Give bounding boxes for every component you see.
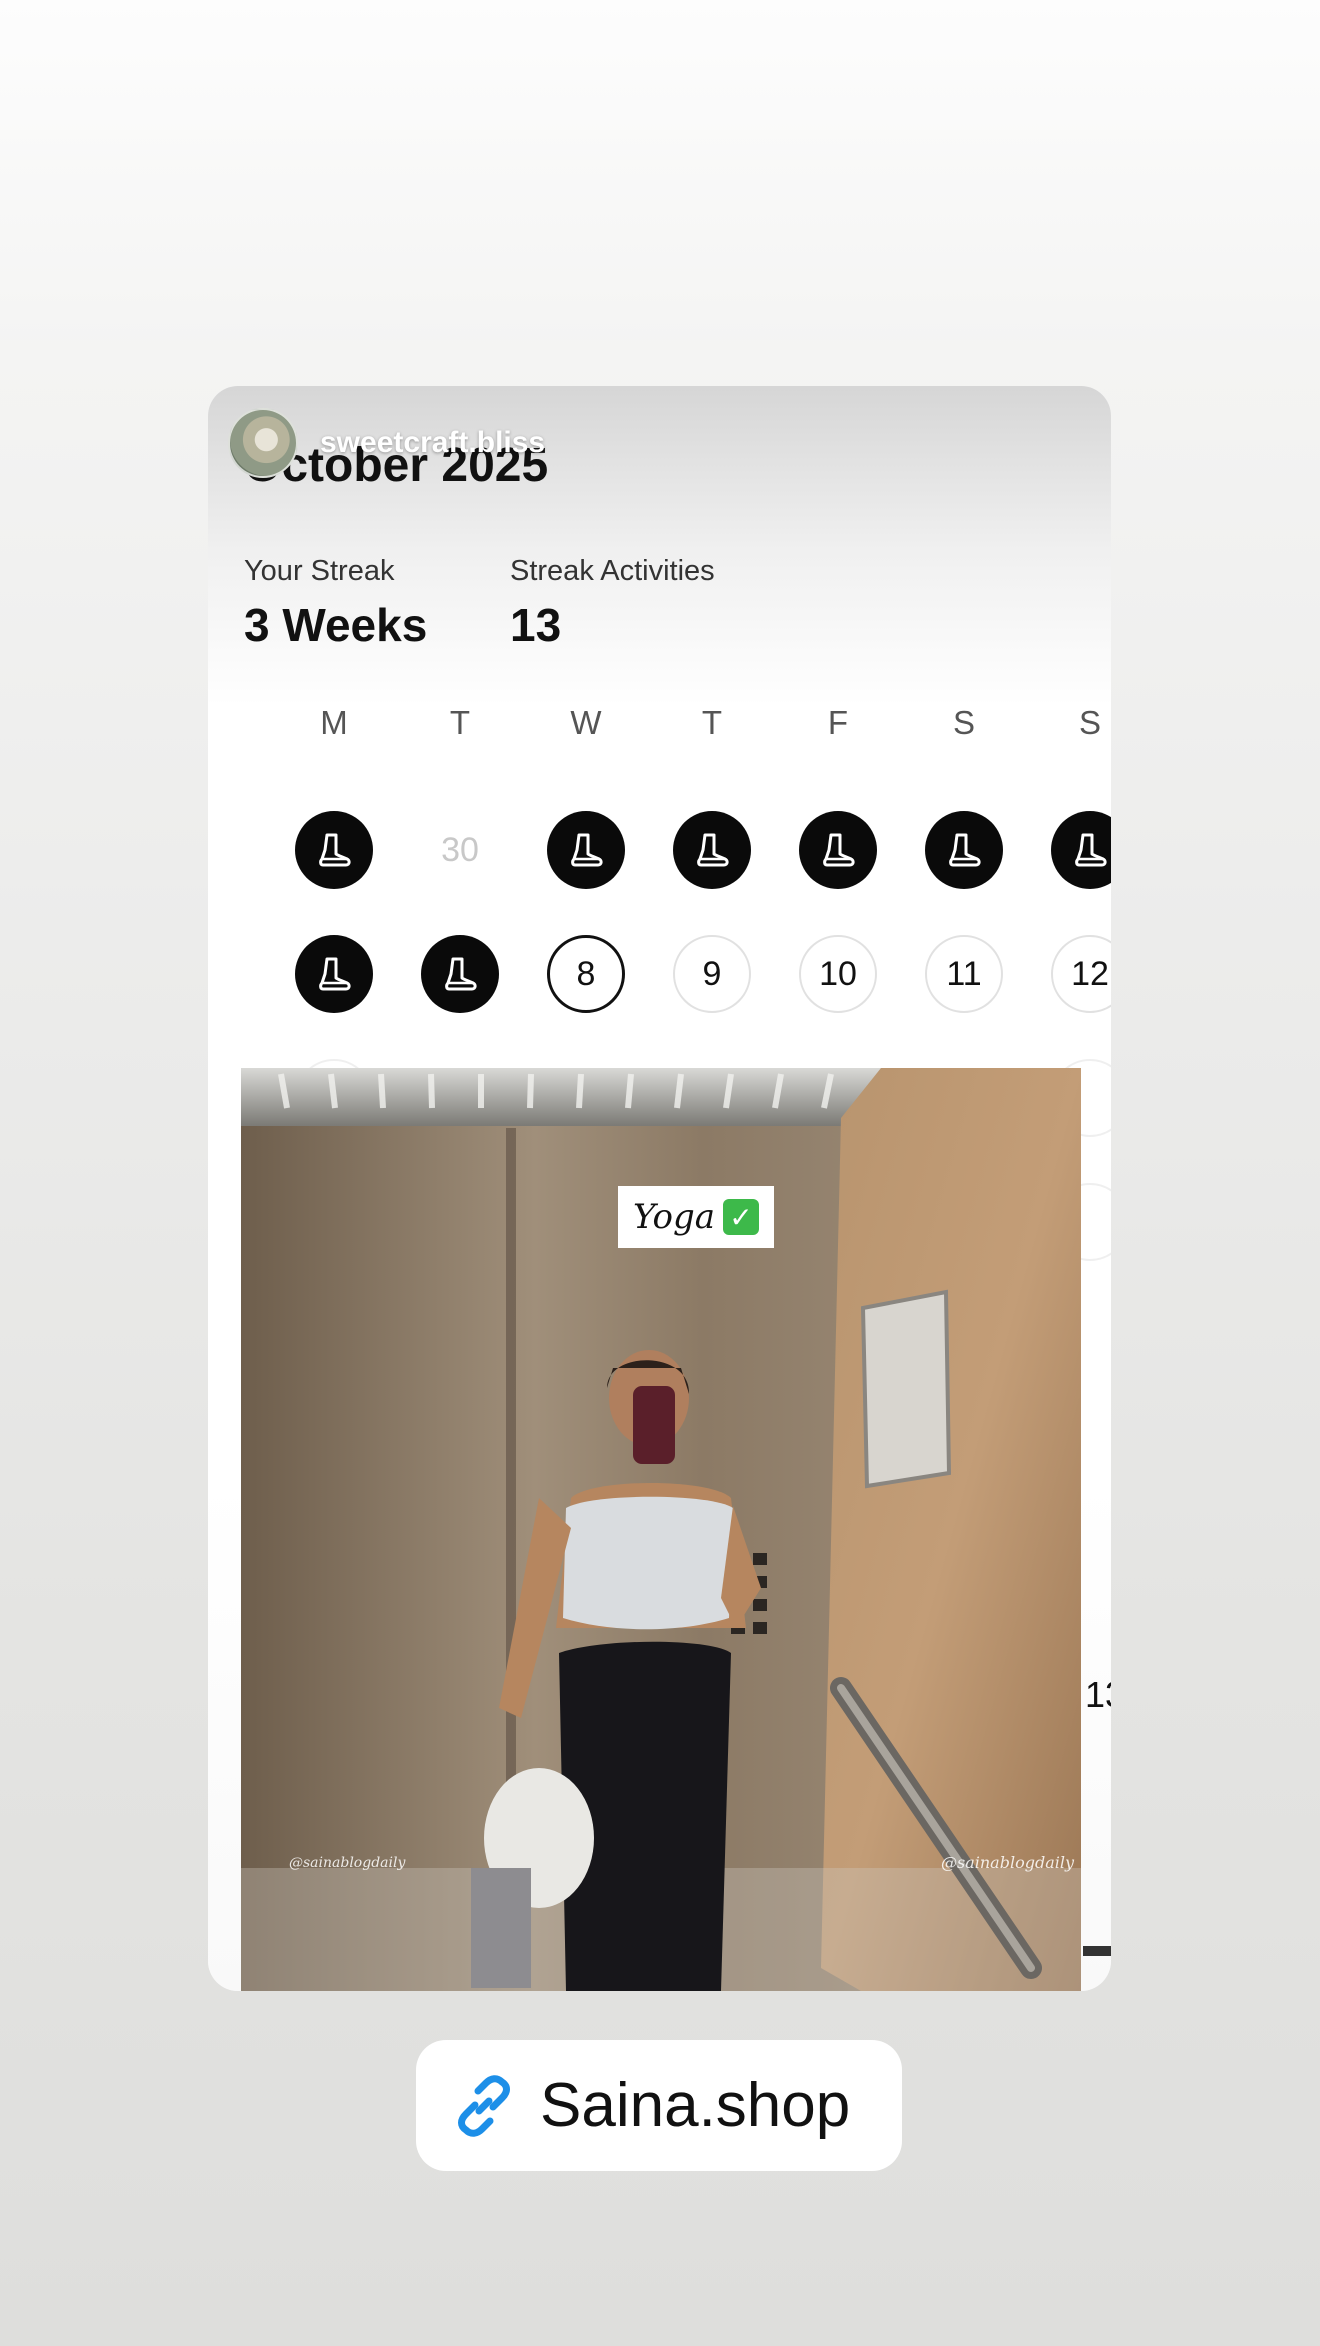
check-mark-icon: ✓ — [723, 1199, 759, 1235]
weekday-monday: M — [320, 704, 348, 741]
day-upcoming: 11 — [925, 935, 1003, 1013]
activities-label: Streak Activities — [510, 555, 715, 587]
weekday-sunday: S — [1078, 704, 1101, 741]
link-url-text[interactable]: Saina.shop — [540, 2070, 850, 2141]
running-shoe-icon — [319, 957, 351, 991]
running-shoe-icon — [571, 833, 603, 867]
activities-value: 13 — [510, 599, 562, 651]
yoga-sticker: Yoga ✓ — [618, 1186, 774, 1248]
running-shoe-icon — [1075, 833, 1107, 867]
weekday-wednesday: W — [570, 704, 602, 741]
running-shoe-icon — [445, 957, 477, 991]
running-shoe-icon — [823, 833, 855, 867]
running-shoe-icon — [697, 833, 729, 867]
running-shoe-icon — [949, 833, 981, 867]
day-completed — [547, 811, 625, 889]
day-completed — [673, 811, 751, 889]
streak-label: Your Streak — [244, 555, 395, 587]
weekday-tuesday: T — [449, 704, 471, 741]
day-upcoming: 9 — [673, 935, 751, 1013]
author-avatar[interactable] — [228, 408, 298, 478]
day-previous-month: 30 — [441, 830, 479, 869]
day-upcoming: 10 — [799, 935, 877, 1013]
day-completed — [799, 811, 877, 889]
weekday-thursday: T — [701, 704, 723, 741]
day-upcoming: 12 — [1051, 935, 1111, 1013]
workout-photo[interactable]: Yoga ✓ @sainablogdaily @sainablogdaily — [241, 1068, 1081, 1991]
day-completed — [295, 935, 373, 1013]
day-completed — [421, 935, 499, 1013]
calendar-edge-number: 13 — [1085, 1674, 1111, 1715]
edge-mark — [1083, 1946, 1111, 1956]
photo-watermark-right: @sainablogdaily — [941, 1853, 1074, 1872]
day-completed — [925, 811, 1003, 889]
weekday-friday: F — [827, 704, 849, 741]
day-today: 8 — [547, 935, 625, 1013]
day-completed — [295, 811, 373, 889]
day-completed — [1051, 811, 1111, 889]
yoga-label-text: Yoga — [633, 1197, 715, 1237]
author-username[interactable]: sweetcraft.bliss — [320, 426, 545, 460]
photo-watermark-left: @sainablogdaily — [289, 1855, 406, 1871]
link-icon — [458, 2074, 510, 2137]
weekday-saturday: S — [952, 704, 975, 741]
streak-value: 3 Weeks — [244, 599, 428, 651]
link-sticker[interactable]: Saina.shop — [416, 2040, 902, 2171]
shared-post-card[interactable]: sweetcraft.bliss October 2025 Your Strea… — [208, 386, 1111, 1991]
running-shoe-icon — [319, 833, 351, 867]
